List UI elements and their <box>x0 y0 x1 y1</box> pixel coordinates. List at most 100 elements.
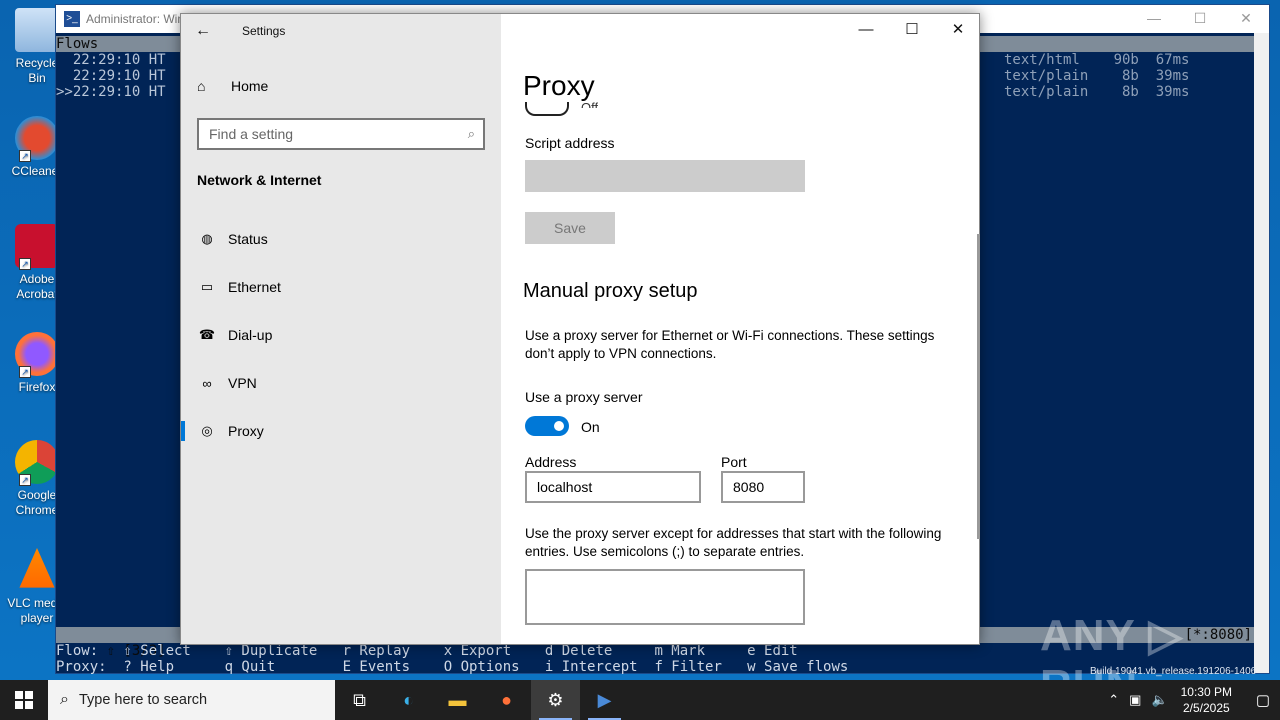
search-icon: ⌕ <box>467 126 475 141</box>
minimize-button[interactable]: — <box>843 14 889 46</box>
settings-content: — ☐ ✕ Proxy Off Script address Save Manu… <box>501 14 981 644</box>
desktop-icon-label: Adobe Acrobat <box>16 272 58 301</box>
exceptions-input[interactable] <box>525 569 805 625</box>
build-text: Build 19041.vb_release.191206-1406 <box>1090 666 1257 677</box>
taskbar-edge[interactable]: ◐ <box>384 680 433 720</box>
shortcut-arrow-icon: ↗ <box>19 258 31 270</box>
ethernet-icon: ▭ <box>200 279 214 294</box>
exceptions-description: Use the proxy server except for addresse… <box>525 526 942 559</box>
flow-row-left[interactable]: >>22:29:10 HT <box>56 84 166 100</box>
minimize-button[interactable]: — <box>1131 5 1177 33</box>
taskbar-file-explorer[interactable]: ▬ <box>433 680 482 720</box>
network-icon[interactable]: ▣ <box>1129 692 1141 708</box>
port-input[interactable]: 8080 <box>721 471 805 503</box>
flow-row-right: text/html 90b 67ms <box>1004 52 1190 68</box>
flow-row-left[interactable]: 22:29:10 HT <box>56 68 166 84</box>
help-line-proxy: Proxy: ? Help q Quit E Events O Options … <box>56 659 849 675</box>
flow-row-right: text/plain 8b 39ms <box>1004 84 1190 100</box>
port-label: Port <box>721 454 747 470</box>
manual-proxy-description: Use a proxy server for Ethernet or Wi-Fi… <box>525 328 935 361</box>
shortcut-arrow-icon: ↗ <box>19 366 31 378</box>
folder-icon: ▬ <box>448 689 467 710</box>
find-setting-input[interactable]: Find a setting ⌕ <box>197 118 485 150</box>
address-input[interactable]: localhost <box>525 471 701 503</box>
powershell-icon: >_ <box>64 11 80 27</box>
address-label: Address <box>525 454 577 470</box>
settings-app-title: Settings <box>242 24 286 38</box>
script-address-label: Script address <box>525 135 615 151</box>
flow-row-left[interactable]: 22:29:10 HT <box>56 52 166 68</box>
nav-home-label: Home <box>231 78 269 94</box>
recycle-bin-icon <box>15 8 59 52</box>
shortcut-arrow-icon: ↗ <box>19 474 31 486</box>
find-setting-placeholder: Find a setting <box>209 126 294 142</box>
nav-item-ethernet[interactable]: ▭ Ethernet <box>181 267 501 307</box>
nav-item-label: VPN <box>228 375 257 391</box>
taskbar-firefox[interactable]: ● <box>482 680 531 720</box>
ccleaner-icon: ↗ <box>15 116 59 162</box>
clock-time: 10:30 PM <box>1180 685 1232 699</box>
nav-item-label: Proxy <box>228 423 264 439</box>
desktop-icon-label: Recycle Bin <box>15 56 59 85</box>
taskbar-settings[interactable]: ⚙ <box>531 680 580 720</box>
chevron-up-icon[interactable]: ⌃ <box>1108 692 1119 708</box>
nav-item-label: Status <box>228 231 268 247</box>
page-title: Proxy <box>523 70 595 101</box>
home-icon: ⌂ <box>197 78 206 94</box>
taskbar-powershell[interactable]: ▶ <box>580 680 629 720</box>
script-toggle-label: Off <box>581 100 599 108</box>
script-toggle[interactable] <box>525 102 569 116</box>
nav-home[interactable]: ⌂ Home <box>197 78 268 94</box>
taskbar-search[interactable]: ⌕ Type here to search <box>48 680 335 720</box>
nav-item-label: Dial-up <box>228 327 273 343</box>
maximize-button[interactable]: ☐ <box>1177 5 1223 33</box>
script-address-input[interactable] <box>525 160 805 192</box>
firefox-icon: ● <box>501 689 512 710</box>
task-view-button[interactable]: ⧉ <box>335 680 384 720</box>
manual-proxy-heading: Manual proxy setup <box>523 280 698 302</box>
help-line-flow: Flow: ⇧ Select ⇧ Duplicate r Replay x Ex… <box>56 643 798 659</box>
chrome-icon: ↗ <box>15 440 59 486</box>
nav-item-label: Ethernet <box>228 279 281 295</box>
nav-section-title: Network & Internet <box>197 172 322 188</box>
notification-icon[interactable]: ▢ <box>1246 691 1280 709</box>
settings-window[interactable]: ← Settings ⌂ Home Find a setting ⌕ Netwo… <box>180 13 980 645</box>
proxy-globe-icon: ◎ <box>201 423 213 438</box>
shortcut-arrow-icon: ↗ <box>19 150 31 162</box>
firefox-icon: ↗ <box>15 332 59 378</box>
vlc-icon <box>19 548 55 588</box>
taskbar: ⌕ Type here to search ⧉ ◐ ▬ ● ⚙ ▶ ⌃ ▣ 🔈 … <box>0 680 1280 720</box>
gear-icon: ⚙ <box>547 689 564 710</box>
powershell-scrollbar[interactable] <box>1254 33 1269 673</box>
search-icon: ⌕ <box>60 691 69 708</box>
desktop-icon-label: Google Chrome <box>15 488 59 517</box>
use-proxy-label: Use a proxy server <box>525 389 643 405</box>
settings-nav-pane: ← Settings ⌂ Home Find a setting ⌕ Netwo… <box>181 14 501 644</box>
use-proxy-state: On <box>581 419 600 435</box>
globe-status-icon: ◍ <box>201 231 213 246</box>
flow-row-right: text/plain 8b 39ms <box>1004 68 1190 84</box>
back-arrow-icon[interactable]: ← <box>195 22 211 40</box>
windows-logo-icon <box>15 691 33 709</box>
use-proxy-toggle[interactable] <box>525 416 569 436</box>
close-button[interactable]: ✕ <box>1223 5 1269 33</box>
vpn-icon: ∞ <box>202 375 212 391</box>
edge-icon: ◐ <box>403 689 414 710</box>
nav-item-dialup[interactable]: ☎ Dial-up <box>181 315 501 355</box>
clock[interactable]: 10:30 PM 2/5/2025 <box>1181 684 1232 716</box>
start-button[interactable] <box>0 680 48 720</box>
nav-item-vpn[interactable]: ∞ VPN <box>181 363 501 403</box>
acrobat-icon: ↗ <box>15 224 59 270</box>
dialup-icon: ☎ <box>198 327 216 342</box>
nav-item-proxy[interactable]: ◎ Proxy <box>181 411 501 451</box>
nav-item-status[interactable]: ◍ Status <box>181 219 501 259</box>
content-scrollbar[interactable] <box>977 234 980 539</box>
task-view-icon: ⧉ <box>353 689 366 710</box>
powershell-icon: ▶ <box>597 689 612 710</box>
maximize-button[interactable]: ☐ <box>889 14 935 46</box>
volume-icon[interactable]: 🔈 <box>1151 692 1167 708</box>
save-button[interactable]: Save <box>525 212 615 244</box>
taskbar-search-placeholder: Type here to search <box>78 692 208 708</box>
close-button[interactable]: ✕ <box>935 14 981 46</box>
system-tray: ⌃ ▣ 🔈 10:30 PM 2/5/2025 ▢ <box>1103 680 1280 720</box>
